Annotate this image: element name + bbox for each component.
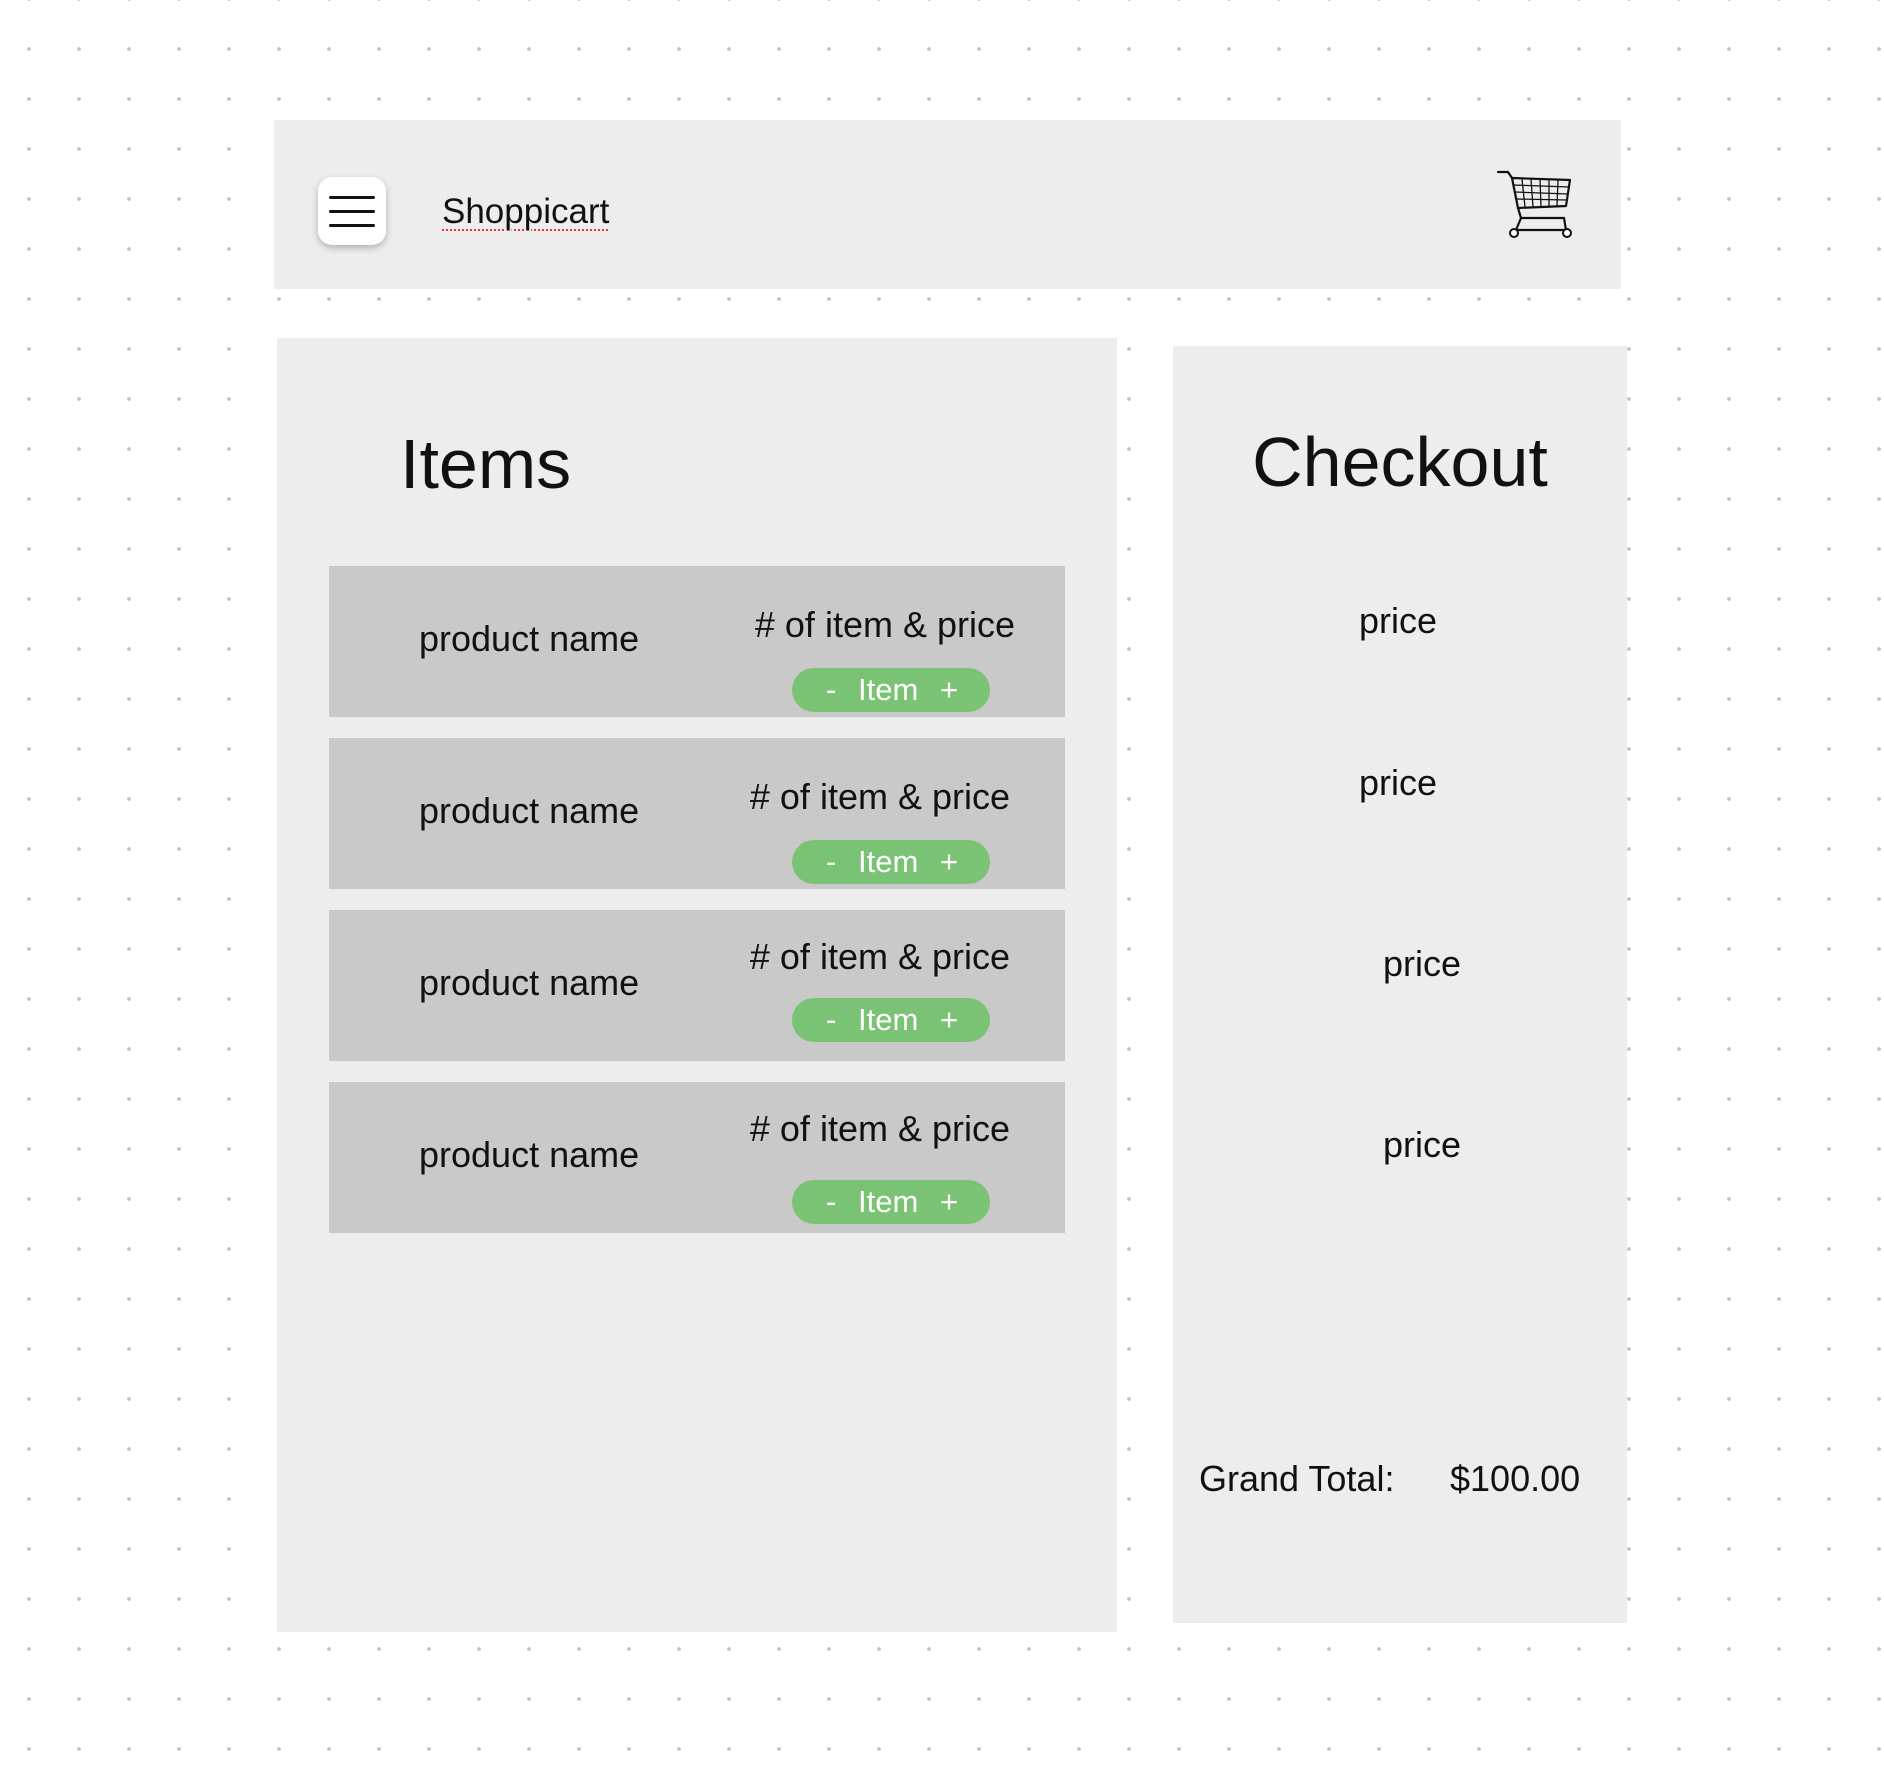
item-row[interactable]: product name # of item & price - Item + bbox=[329, 910, 1065, 1061]
quantity-stepper: - Item + bbox=[792, 998, 990, 1042]
app-title: Shoppicart bbox=[442, 192, 610, 231]
decrement-button[interactable]: - bbox=[826, 840, 836, 884]
shopping-cart-icon[interactable] bbox=[1496, 168, 1574, 240]
decrement-button[interactable]: - bbox=[826, 668, 836, 712]
increment-button[interactable]: + bbox=[940, 668, 958, 712]
checkout-panel: Checkout price price price price Grand T… bbox=[1173, 346, 1627, 1623]
item-row[interactable]: product name # of item & price - Item + bbox=[329, 738, 1065, 889]
checkout-title: Checkout bbox=[1252, 423, 1548, 501]
quantity-stepper: - Item + bbox=[792, 1180, 990, 1224]
hamburger-menu-button[interactable] bbox=[318, 177, 386, 245]
stepper-label: Item bbox=[858, 1184, 919, 1219]
hamburger-menu-icon-line bbox=[329, 224, 375, 227]
checkout-line-price: price bbox=[1383, 1124, 1462, 1165]
item-count-price: # of item & price bbox=[749, 776, 1010, 817]
increment-button[interactable]: + bbox=[940, 840, 958, 884]
increment-button[interactable]: + bbox=[940, 998, 958, 1042]
checkout-line-price: price bbox=[1359, 762, 1438, 803]
item-row[interactable]: product name # of item & price - Item + bbox=[329, 1082, 1065, 1233]
checkout-line-price: price bbox=[1383, 943, 1462, 984]
increment-button[interactable]: + bbox=[940, 1180, 958, 1224]
quantity-stepper: - Item + bbox=[792, 840, 990, 884]
items-title: Items bbox=[400, 425, 572, 503]
grand-total-label: Grand Total: bbox=[1199, 1458, 1395, 1499]
grand-total-value: $100.00 bbox=[1450, 1458, 1581, 1499]
stepper-label: Item bbox=[858, 1002, 919, 1037]
hamburger-menu-icon-line bbox=[329, 210, 375, 213]
item-count-price: # of item & price bbox=[754, 604, 1015, 645]
stepper-label: Item bbox=[858, 844, 919, 879]
product-name: product name bbox=[419, 1134, 640, 1175]
decrement-button[interactable]: - bbox=[826, 1180, 836, 1224]
product-name: product name bbox=[419, 962, 640, 1003]
product-name: product name bbox=[419, 618, 640, 659]
app-header: Shoppicart bbox=[274, 120, 1621, 289]
item-row[interactable]: product name # of item & price - Item + bbox=[329, 566, 1065, 717]
item-count-price: # of item & price bbox=[749, 936, 1010, 977]
decrement-button[interactable]: - bbox=[826, 998, 836, 1042]
stepper-label: Item bbox=[858, 672, 919, 707]
item-count-price: # of item & price bbox=[749, 1108, 1010, 1149]
items-panel: Items product name # of item & price - I… bbox=[277, 338, 1117, 1632]
checkout-line-price: price bbox=[1359, 600, 1438, 641]
quantity-stepper: - Item + bbox=[792, 668, 990, 712]
hamburger-menu-icon-line bbox=[329, 196, 375, 199]
product-name: product name bbox=[419, 790, 640, 831]
